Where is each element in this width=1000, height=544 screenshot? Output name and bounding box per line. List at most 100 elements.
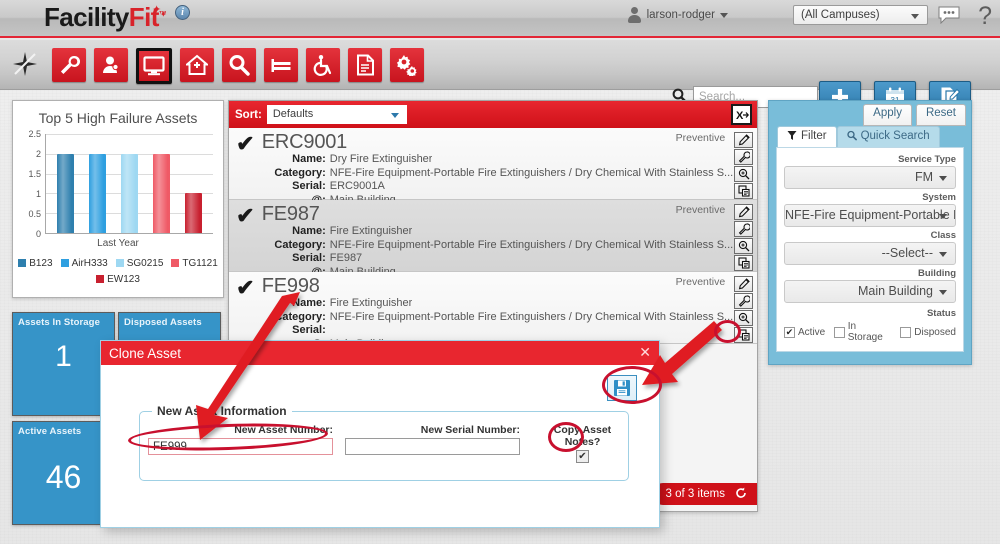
tab-quick-search[interactable]: Quick Search <box>836 126 940 147</box>
inspect-icon[interactable] <box>734 310 754 326</box>
inspect-icon[interactable] <box>734 166 754 182</box>
chart-bars <box>46 134 213 233</box>
stat-label: Assets In Storage <box>18 317 100 328</box>
row-badge: Preventive <box>675 132 726 144</box>
row-asset-id: ERC9001 <box>261 131 348 153</box>
info-icon[interactable]: i <box>175 5 190 20</box>
sort-select[interactable]: Defaults <box>266 105 407 124</box>
field-value: NFE-Fire Equipment-Portable Fire Extingu… <box>329 238 734 251</box>
filter-field-value: --Select-- <box>881 246 933 260</box>
row-asset-id: FE998 <box>261 275 320 297</box>
toolbar-bed-icon[interactable] <box>264 48 298 82</box>
chevron-down-icon <box>720 12 728 18</box>
campus-select-value: (All Campuses) <box>801 9 880 21</box>
toolbar-wheelchair-icon[interactable] <box>306 48 340 82</box>
filter-field-select[interactable]: Main Building <box>784 280 956 303</box>
checkbox-box: ✔ <box>784 326 795 338</box>
clone-icon[interactable] <box>734 255 754 271</box>
item-count-label: 3 of 3 items <box>665 488 725 500</box>
reset-button[interactable]: Reset <box>915 104 966 126</box>
filter-panel: Apply Reset Filter Quick Search Service … <box>768 100 972 365</box>
main-toolbar: 31 <box>0 40 1000 113</box>
field-value: Fire Extinguisher <box>329 225 413 237</box>
status-checkbox[interactable]: ✔ Active <box>784 326 826 338</box>
field-key: Serial: <box>292 324 326 336</box>
row-field-name: Name: Dry Fire Extinguisher <box>262 153 733 167</box>
row-check-icon[interactable]: ✔ <box>229 275 262 343</box>
export-icon[interactable]: X <box>731 104 752 125</box>
sort-select-value: Defaults <box>272 108 314 120</box>
chevron-down-icon <box>939 252 947 257</box>
row-check-icon[interactable]: ✔ <box>229 131 262 199</box>
new-asset-fieldset: New Asset Information New Asset Number: … <box>139 404 629 481</box>
toolbar-gears-icon[interactable] <box>390 48 424 82</box>
refresh-icon[interactable] <box>735 487 747 502</box>
filter-footer <box>769 352 971 366</box>
tab-filter[interactable]: Filter <box>777 126 837 147</box>
filter-field-select[interactable]: NFE-Fire Equipment-Portable F... <box>784 204 956 227</box>
chart-y-tick: 0 <box>35 229 41 239</box>
row-field-name: Name: Fire Extinguisher <box>262 225 733 239</box>
sort-label: Sort: <box>235 108 262 121</box>
row-field-serial: Serial: ERC9001A <box>262 180 733 194</box>
toolbar-home-plus-icon[interactable] <box>180 48 214 82</box>
clone-asset-modal: Clone Asset ✕ New Asset Information New … <box>100 340 660 528</box>
filter-field-label: System <box>922 192 956 203</box>
edit-icon[interactable] <box>734 132 754 148</box>
campus-select[interactable]: (All Campuses) <box>793 5 928 25</box>
toolbar-wrench-icon[interactable] <box>52 48 86 82</box>
chart-legend-item: AirH333 <box>60 257 108 271</box>
chart-y-tick: 1 <box>35 189 41 199</box>
toolbar-person-icon[interactable] <box>94 48 128 82</box>
clone-icon[interactable] <box>734 183 754 199</box>
clone-icon[interactable] <box>734 327 754 343</box>
field-value: FE987 <box>329 252 363 264</box>
row-asset-id: FE987 <box>261 203 320 225</box>
row-check-icon[interactable]: ✔ <box>229 203 262 271</box>
chat-icon[interactable] <box>938 6 960 25</box>
new-serial-number-input[interactable] <box>345 438 520 455</box>
row-field-serial: Serial: <box>262 324 733 338</box>
checkbox-label: Active <box>798 326 826 338</box>
filter-field: System NFE-Fire Equipment-Portable F... <box>784 192 956 227</box>
chart-y-tick: 2.5 <box>28 129 41 139</box>
legend-label: SG0215 <box>126 258 164 269</box>
filter-tabs: Filter Quick Search <box>769 126 971 147</box>
toolbar-monitor-icon[interactable] <box>136 48 172 84</box>
new-asset-number-input[interactable] <box>148 438 333 455</box>
save-button[interactable] <box>607 375 637 401</box>
filter-field-select[interactable]: --Select-- <box>784 242 956 265</box>
filter-field: Building Main Building <box>784 268 956 303</box>
row-body: Preventive ERC9001 Name: Dry Fire Extinguis… <box>261 131 733 206</box>
edit-icon[interactable] <box>734 276 754 292</box>
row-badge: Preventive <box>675 276 726 288</box>
sparkle-icon[interactable] <box>12 51 38 77</box>
help-icon[interactable]: ? <box>978 2 992 31</box>
close-icon[interactable]: ✕ <box>639 344 651 361</box>
app-header: FacilityFit™ ✦ ✦ i larson-rodger (All Ca… <box>0 0 1000 38</box>
row-badge: Preventive <box>675 204 726 216</box>
modal-title-label: Clone Asset <box>109 345 182 361</box>
toolbar-magnifier-icon[interactable] <box>222 48 256 82</box>
filter-field-select[interactable]: FM <box>784 166 956 189</box>
checkbox-label: Disposed <box>914 326 956 338</box>
row-actions <box>733 275 757 343</box>
inspect-icon[interactable] <box>734 238 754 254</box>
wrench-icon[interactable] <box>734 293 754 309</box>
user-menu[interactable]: larson-rodger <box>627 7 728 23</box>
edit-icon[interactable] <box>734 204 754 220</box>
asset-row[interactable]: ✔ Preventive FE998 Name: Fire Extinguisher Ca… <box>229 272 757 350</box>
toolbar-document-icon[interactable] <box>348 48 382 82</box>
status-checkbox[interactable]: Disposed <box>900 326 956 338</box>
apply-button[interactable]: Apply <box>863 104 912 126</box>
app-logo[interactable]: FacilityFit™ <box>44 2 167 33</box>
wrench-icon[interactable] <box>734 149 754 165</box>
asset-row[interactable]: ✔ Preventive ERC9001 Name: Dry Fire Extingui… <box>229 128 757 206</box>
chevron-down-icon <box>390 113 399 118</box>
asset-row[interactable]: ✔ Preventive FE987 Name: Fire Extinguisher Ca… <box>229 200 757 278</box>
status-checkbox[interactable]: In Storage <box>834 321 891 343</box>
filter-field-value: NFE-Fire Equipment-Portable F... <box>785 208 956 222</box>
copy-asset-notes-checkbox[interactable]: ✔ <box>576 450 589 463</box>
chart-legend-item: SG0215 <box>115 257 164 271</box>
wrench-icon[interactable] <box>734 221 754 237</box>
